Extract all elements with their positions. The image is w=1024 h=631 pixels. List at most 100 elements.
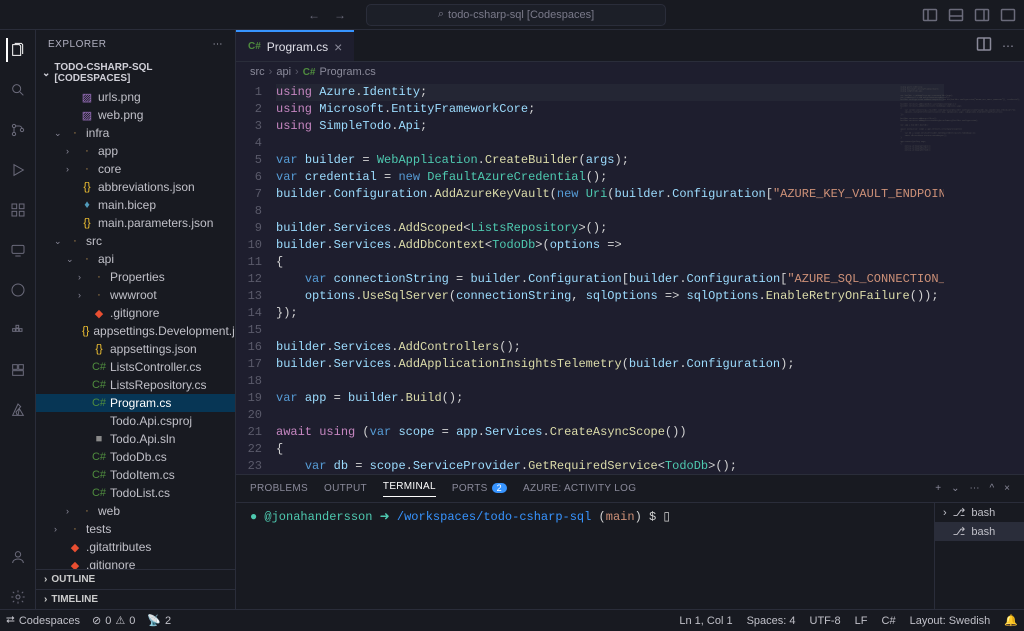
status-problems[interactable]: ⊘0 ⚠0 [92,614,135,627]
folder-item[interactable]: ⌄·infra [36,124,235,142]
more-actions-icon[interactable]: ⋯ [1002,39,1014,53]
file-item[interactable]: C#TodoDb.cs [36,448,235,466]
file-item[interactable]: ■Todo.Api.sln [36,430,235,448]
activity-source-control-icon[interactable] [6,118,30,142]
tab-output[interactable]: OUTPUT [324,483,367,494]
terminal[interactable]: ● @jonahandersson ➜ /workspaces/todo-csh… [236,503,934,609]
file-item[interactable]: C#ListsController.cs [36,358,235,376]
tab-terminal[interactable]: TERMINAL [383,481,436,497]
activity-azure-icon[interactable] [6,398,30,422]
activity-settings-icon[interactable] [6,585,30,609]
activity-github-icon[interactable] [6,278,30,302]
file-item[interactable]: ◆.gitignore [36,556,235,569]
terminal-more-icon[interactable]: ⋯ [969,483,979,494]
notifications-icon[interactable]: 🔔 [1004,614,1018,627]
more-icon[interactable]: ⋯ [213,39,224,50]
file-item[interactable]: ◆.gitignore [36,304,235,322]
timeline-section[interactable]: ›TIMELINE [36,589,235,609]
activity-debug-icon[interactable] [6,158,30,182]
minimap[interactable]: using Azure.Identity; using Microsoft.En… [944,82,1024,474]
outline-section[interactable]: ›OUTLINE [36,569,235,589]
file-item[interactable]: ▨urls.png [36,88,235,106]
cs-icon: C# [92,451,106,463]
activity-explorer-icon[interactable] [6,38,30,62]
file-item[interactable]: {}main.parameters.json [36,214,235,232]
cs-icon: C# [92,469,106,481]
code-content[interactable]: using Azure.Identity;using Microsoft.Ent… [276,82,944,474]
maximize-panel-icon[interactable]: ^ [989,483,994,494]
file-item[interactable]: Todo.Api.csproj [36,412,235,430]
folder-item[interactable]: ›·app [36,142,235,160]
close-panel-icon[interactable]: × [1004,483,1010,494]
file-item[interactable]: ♦main.bicep [36,196,235,214]
file-item[interactable]: {}abbreviations.json [36,178,235,196]
editor-area: C# Program.cs × ⋯ src› api› C# Program.c… [236,30,1024,609]
status-eol[interactable]: LF [855,614,868,627]
remote-icon: ⮂ [6,614,15,627]
file-item[interactable]: ◆.gitattributes [36,538,235,556]
warning-icon: ⚠ [115,614,125,627]
layout-customize-icon[interactable] [1000,7,1016,23]
status-cursor[interactable]: Ln 1, Col 1 [679,614,732,627]
file-item[interactable]: {}appsettings.json [36,340,235,358]
json-icon: {} [82,325,89,337]
terminal-dropdown-icon[interactable]: ⌄ [951,483,959,494]
remote-indicator[interactable]: ⮂Codespaces [6,614,80,627]
folder-item[interactable]: ⌄·src [36,232,235,250]
new-terminal-icon[interactable]: + [935,483,941,494]
json-icon: {} [92,343,106,355]
folder-item[interactable]: ⌄·api [36,250,235,268]
file-item[interactable]: C#Program.cs [36,394,235,412]
tab-program-cs[interactable]: C# Program.cs × [236,30,354,61]
window-title: todo-csharp-sql [Codespaces] [448,9,594,21]
terminal-item[interactable]: ›⎇bash [935,522,1024,541]
status-spaces[interactable]: Spaces: 4 [747,614,796,627]
folder-item[interactable]: ›·web [36,502,235,520]
status-language[interactable]: C# [882,614,896,627]
tab-ports[interactable]: PORTS2 [452,483,507,494]
file-item[interactable]: C#TodoList.cs [36,484,235,502]
folder-icon: · [80,505,94,517]
activity-remote-icon[interactable] [6,238,30,262]
terminal-cursor: $ ▯ [649,510,670,524]
folder-item[interactable]: ›·core [36,160,235,178]
chevron-down-icon: ⌄ [42,68,50,79]
titlebar: ← → ⌕ todo-csharp-sql [Codespaces] [0,0,1024,30]
activity-codespaces-icon[interactable] [6,358,30,382]
file-item[interactable]: {}appsettings.Development.json [36,322,235,340]
forward-arrow-icon[interactable]: → [334,8,346,22]
status-encoding[interactable]: UTF-8 [810,614,841,627]
breadcrumbs[interactable]: src› api› C# Program.cs [236,62,1024,82]
status-ports[interactable]: 📡2 [147,614,171,627]
folder-item[interactable]: ›·Properties [36,268,235,286]
layout-panel-icon[interactable] [948,7,964,23]
split-editor-icon[interactable] [976,36,992,55]
git-icon: ◆ [68,559,82,570]
workspace-root[interactable]: ⌄ TODO-CSHARP-SQL [CODESPACES] [36,58,235,88]
file-item[interactable]: C#ListsRepository.cs [36,376,235,394]
bicep-icon: ♦ [80,199,94,211]
close-icon[interactable]: × [334,39,342,55]
cs-icon: C# [92,397,106,409]
layout-primary-icon[interactable] [922,7,938,23]
terminal-item[interactable]: ›⎇bash [935,503,1024,522]
folder-item[interactable]: ›·wwwroot [36,286,235,304]
command-center[interactable]: ⌕ todo-csharp-sql [Codespaces] [366,4,666,26]
file-item[interactable]: ▨web.png [36,106,235,124]
back-arrow-icon[interactable]: ← [308,8,320,22]
activity-docker-icon[interactable] [6,318,30,342]
activity-account-icon[interactable] [6,545,30,569]
nav-arrows: ← → [308,8,346,22]
file-item[interactable]: C#TodoItem.cs [36,466,235,484]
status-layout[interactable]: Layout: Swedish [910,614,991,627]
tab-azure-log[interactable]: AZURE: ACTIVITY LOG [523,483,636,494]
layout-secondary-icon[interactable] [974,7,990,23]
activity-extensions-icon[interactable] [6,198,30,222]
code-editor[interactable]: 1234567891011121314151617181920212223242… [236,82,1024,474]
terminal-list: ›⎇bash ›⎇bash [934,503,1024,609]
tab-problems[interactable]: PROBLEMS [250,483,308,494]
folder-icon: · [92,271,106,283]
activity-search-icon[interactable] [6,78,30,102]
terminal-user: @jonahandersson [264,510,372,524]
folder-item[interactable]: ›·tests [36,520,235,538]
